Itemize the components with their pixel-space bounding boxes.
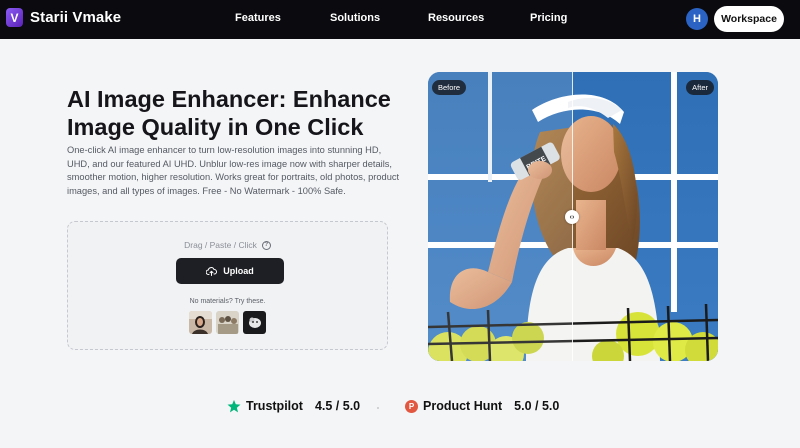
ratings-bar: Trustpilot 4.5 / 5.0 P Product Hunt 5.0 …: [0, 399, 800, 417]
drag-hint-text: Drag / Paste / Click: [184, 240, 257, 250]
upload-button-label: Upload: [223, 266, 254, 276]
sample-hint: No materials? Try these.: [189, 298, 266, 305]
sample-thumbnail-pet[interactable]: [243, 311, 266, 334]
producthunt-name: Product Hunt: [423, 399, 503, 413]
nav-link-features[interactable]: Features: [235, 12, 281, 24]
workspace-button[interactable]: Workspace: [714, 6, 784, 32]
sample-thumbnail-family[interactable]: [216, 311, 239, 334]
brand[interactable]: V Starii Vmake: [6, 8, 121, 27]
top-nav: V Starii Vmake Features Solutions Resour…: [0, 0, 800, 39]
drag-hint: Drag / Paste / Click ?: [68, 240, 387, 250]
user-avatar[interactable]: H: [686, 8, 708, 30]
brand-name: Starii Vmake: [30, 9, 122, 26]
producthunt-icon: P: [405, 399, 418, 413]
upload-button[interactable]: Upload: [176, 258, 284, 284]
comparison-slider-handle[interactable]: ‹›: [565, 210, 579, 224]
trustpilot-rating[interactable]: Trustpilot 4.5 / 5.0: [227, 399, 360, 413]
sample-thumbnails: [189, 311, 266, 334]
page-title: AI Image Enhancer: Enhance Image Quality…: [67, 86, 391, 140]
sample-thumbnail-portrait[interactable]: [189, 311, 212, 334]
upload-dropzone[interactable]: Drag / Paste / Click ? Upload No materia…: [67, 221, 388, 350]
help-icon[interactable]: ?: [261, 240, 271, 250]
nav-link-pricing[interactable]: Pricing: [530, 12, 567, 24]
trustpilot-name: Trustpilot: [246, 399, 303, 413]
nav-link-solutions[interactable]: Solutions: [330, 12, 380, 24]
trustpilot-star-icon: [227, 399, 241, 413]
producthunt-score: 5.0 / 5.0: [514, 399, 560, 413]
producthunt-rating[interactable]: P Product Hunt 5.0 / 5.0: [405, 399, 559, 413]
hero-description: One-click AI image enhancer to turn low-…: [67, 145, 400, 196]
trustpilot-score: 4.5 / 5.0: [314, 399, 361, 413]
upload-cloud-icon: [206, 266, 218, 276]
brand-logo-glyph: V: [10, 10, 19, 25]
before-label: Before: [432, 80, 467, 95]
brand-logo-icon: V: [6, 8, 23, 27]
after-label: After: [686, 80, 714, 95]
before-after-comparison[interactable]: BRITE ‹› Before After: [428, 72, 718, 361]
nav-link-resources[interactable]: Resources: [428, 12, 484, 24]
ratings-separator: [377, 407, 379, 409]
